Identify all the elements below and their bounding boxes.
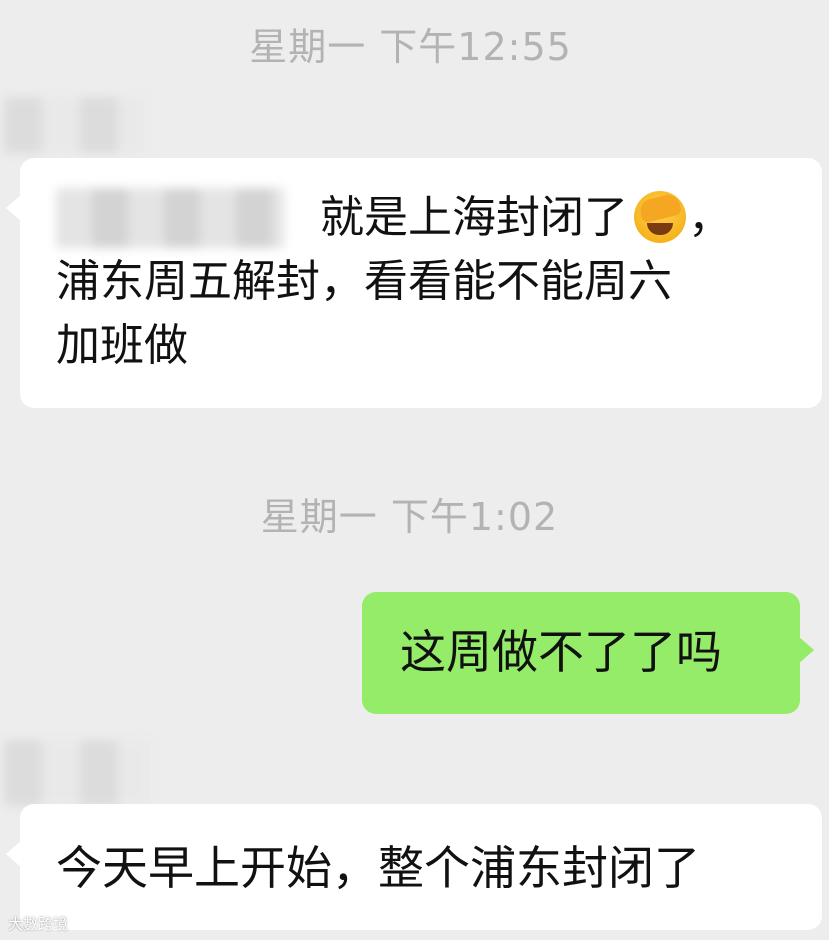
message-text-punctuation: ，	[688, 192, 732, 243]
timestamp: 星期一 下午12:55	[249, 25, 572, 69]
message-bubble-incoming[interactable]: 今天早上开始，整个浦东封闭了	[6, 804, 822, 930]
message-text-line: 就是上海封闭了	[320, 192, 628, 243]
facepalm-laughing-emoji-icon	[634, 191, 686, 243]
message-text-line: 浦东周五解封，看看能不能周六	[56, 256, 672, 307]
message-text-line: 加班做	[56, 320, 188, 371]
blurred-sender-name	[4, 740, 150, 806]
watermark-text: 大數跨境	[8, 915, 69, 933]
message-text: 今天早上开始，整个浦东封闭了	[56, 841, 700, 895]
message-bubble-incoming[interactable]: 就是上海封闭了 ， 浦东周五解封，看看能不能周六 加班做	[6, 158, 822, 408]
timestamp: 星期一 下午1:02	[260, 495, 559, 539]
message-bubble-outgoing[interactable]: 这周做不了了吗	[362, 592, 814, 714]
watermark: 大數跨境	[8, 913, 68, 934]
message-text: 这周做不了了吗	[400, 625, 722, 679]
blurred-mention	[56, 188, 284, 248]
blurred-sender-name	[4, 97, 144, 153]
